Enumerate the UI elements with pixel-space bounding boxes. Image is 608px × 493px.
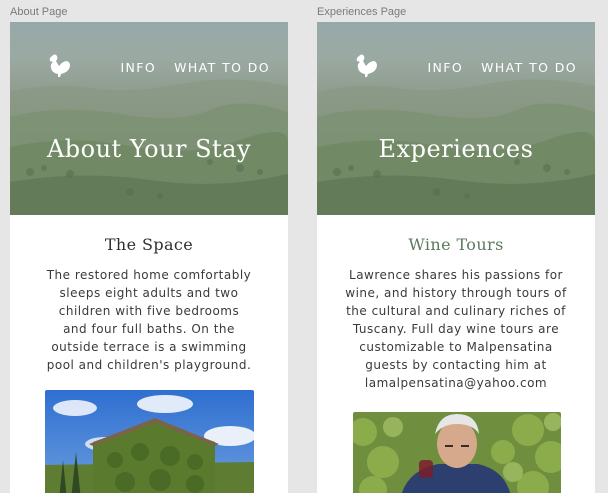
frame-label-about: About Page	[10, 6, 68, 18]
hero-banner: INFO WHAT TO DO About Your Stay	[10, 22, 288, 215]
body-line: Tuscany. Full day wine tours are	[352, 322, 560, 336]
experiences-page-frame: INFO WHAT TO DO Experiences Wine Tours L…	[317, 22, 595, 493]
hero-title: Experiences	[378, 135, 534, 163]
body-line: and four full baths. On the	[63, 322, 235, 336]
nav-what-to-do-link[interactable]: WHAT TO DO	[481, 60, 577, 75]
section-body: The restored home comfortably sleeps eig…	[24, 266, 274, 374]
body-line: customizable to Malpensatina	[359, 340, 553, 354]
hero-banner: INFO WHAT TO DO Experiences	[317, 22, 595, 215]
frame-label-experiences: Experiences Page	[317, 6, 407, 18]
main-nav: INFO WHAT TO DO	[120, 60, 270, 75]
main-nav: INFO WHAT TO DO	[427, 60, 577, 75]
about-page-frame: INFO WHAT TO DO About Your Stay The Spac…	[10, 22, 288, 493]
body-line: children with five bedrooms	[58, 304, 240, 318]
section-title: The Space	[104, 235, 194, 254]
villa-photo	[45, 390, 254, 493]
section-body: Lawrence shares his passions for wine, a…	[321, 266, 591, 392]
body-line: Lawrence shares his passions for	[349, 268, 563, 282]
rooster-icon[interactable]	[353, 52, 379, 78]
body-line: outside terrace is a swimming	[51, 340, 247, 354]
nav-info-link[interactable]: INFO	[427, 60, 463, 75]
body-line: pool and children's playground.	[46, 358, 252, 372]
section-title: Wine Tours	[408, 235, 504, 254]
nav-info-link[interactable]: INFO	[120, 60, 156, 75]
rooster-icon[interactable]	[46, 52, 72, 78]
body-line: guests by contacting him at	[365, 358, 547, 372]
body-line: wine, and history through tours of	[345, 286, 567, 300]
hero-title: About Your Stay	[46, 135, 252, 163]
body-line: The restored home comfortably	[46, 268, 252, 282]
body-line: sleeps eight adults and two	[59, 286, 239, 300]
winemaker-photo	[353, 412, 561, 493]
email-link[interactable]: lamalpensatina@yahoo.com	[321, 374, 591, 392]
body-line: the cultural and culinary riches of	[346, 304, 566, 318]
nav-what-to-do-link[interactable]: WHAT TO DO	[174, 60, 270, 75]
